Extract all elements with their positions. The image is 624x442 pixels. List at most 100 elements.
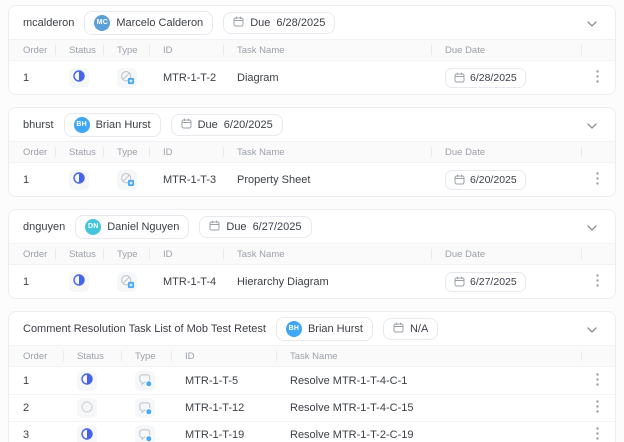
in-progress-status-icon xyxy=(73,70,85,85)
actions-cell xyxy=(581,170,615,190)
status-button[interactable] xyxy=(69,68,89,88)
due-date-button[interactable]: 6/20/2025 xyxy=(445,170,526,190)
order-cell: 1 xyxy=(9,72,55,84)
column-header-task-name: Task Name xyxy=(223,40,431,60)
status-cell xyxy=(55,170,103,190)
assignee-name: Daniel Nguyen xyxy=(107,221,179,233)
status-button[interactable] xyxy=(69,170,89,190)
due-date-cell: 6/28/2025 xyxy=(431,68,581,88)
task-list-card: Comment Resolution Task List of Mob Test… xyxy=(8,311,616,442)
table-body: 1MTR-1-T-2Diagram6/28/2025 xyxy=(9,61,615,94)
assignee-pill[interactable]: DN Daniel Nguyen xyxy=(75,215,189,239)
due-date-pill[interactable]: Due 6/27/2025 xyxy=(199,216,311,238)
status-button[interactable] xyxy=(77,371,97,391)
table-row: 2MTR-1-T-12Resolve MTR-1-T-4-C-15 xyxy=(9,394,615,421)
kebab-menu-icon xyxy=(596,400,599,416)
actions-cell xyxy=(581,272,615,292)
row-menu-button[interactable] xyxy=(587,272,607,292)
column-header-due-date: Due Date xyxy=(431,244,581,264)
due-date-cell: 6/27/2025 xyxy=(431,272,581,292)
column-header-id: ID xyxy=(171,346,276,366)
task-list-card: dnguyen DN Daniel Nguyen Due 6/27/2025 O… xyxy=(8,209,616,299)
order-cell: 2 xyxy=(9,402,63,414)
diagram-type-icon xyxy=(117,170,137,190)
actions-cell xyxy=(581,425,615,442)
status-cell xyxy=(63,398,121,418)
row-menu-button[interactable] xyxy=(587,425,607,442)
status-cell xyxy=(63,425,121,442)
status-button[interactable] xyxy=(69,272,89,292)
avatar: DN xyxy=(85,219,101,235)
order-cell: 1 xyxy=(9,174,55,186)
calendar-icon xyxy=(454,174,465,185)
kebab-menu-icon xyxy=(596,70,599,86)
card-header: bhurst BH Brian Hurst Due 6/20/2025 xyxy=(9,108,615,141)
calendar-icon xyxy=(393,322,404,336)
kebab-menu-icon xyxy=(596,427,599,442)
due-value: 6/28/2025 xyxy=(276,17,325,29)
row-menu-button[interactable] xyxy=(587,371,607,391)
comment-type-icon xyxy=(135,371,155,391)
collapse-button[interactable] xyxy=(583,317,601,340)
type-cell xyxy=(121,425,171,442)
due-label: Due xyxy=(250,17,270,29)
table-row: 1MTR-1-T-5Resolve MTR-1-T-4-C-1 xyxy=(9,367,615,394)
comment-type-icon xyxy=(135,398,155,418)
status-button[interactable] xyxy=(77,398,97,418)
actions-cell xyxy=(581,68,615,88)
due-date-pill[interactable]: Due 6/20/2025 xyxy=(171,114,283,136)
due-date-pill[interactable]: N/A xyxy=(383,318,438,340)
kebab-menu-icon xyxy=(596,172,599,188)
table-row: 1MTR-1-T-3Property Sheet6/20/2025 xyxy=(9,163,615,196)
diagram-type-icon xyxy=(117,272,137,292)
assignee-pill[interactable]: MC Marcelo Calderon xyxy=(84,11,213,35)
card-title: bhurst xyxy=(23,119,54,131)
card-header: dnguyen DN Daniel Nguyen Due 6/27/2025 xyxy=(9,210,615,243)
column-header-status: Status xyxy=(55,40,103,60)
in-progress-status-icon xyxy=(73,172,85,187)
due-label: Due xyxy=(226,221,246,233)
task-id-cell: MTR-1-T-2 xyxy=(149,72,223,84)
row-menu-button[interactable] xyxy=(587,68,607,88)
chevron-down-icon xyxy=(587,117,597,132)
column-header-actions xyxy=(581,346,615,366)
column-header-due-date: Due Date xyxy=(431,40,581,60)
row-menu-button[interactable] xyxy=(587,170,607,190)
column-header-status: Status xyxy=(55,142,103,162)
status-cell xyxy=(63,371,121,391)
due-date-value: 6/27/2025 xyxy=(470,276,517,288)
column-header-type: Type xyxy=(121,346,171,366)
assignee-pill[interactable]: BH Brian Hurst xyxy=(276,317,373,341)
column-header-task-name: Task Name xyxy=(276,346,581,366)
actions-cell xyxy=(581,371,615,391)
assignee-pill[interactable]: BH Brian Hurst xyxy=(64,113,161,137)
status-cell xyxy=(55,272,103,292)
in-progress-status-icon xyxy=(73,274,85,289)
column-header-status: Status xyxy=(55,244,103,264)
status-button[interactable] xyxy=(77,425,97,442)
column-header-order: Order xyxy=(9,244,55,264)
due-date-button[interactable]: 6/28/2025 xyxy=(445,68,526,88)
due-date-button[interactable]: 6/27/2025 xyxy=(445,272,526,292)
chevron-down-icon xyxy=(587,219,597,234)
assignee-name: Brian Hurst xyxy=(96,119,151,131)
due-date-pill[interactable]: Due 6/28/2025 xyxy=(223,12,335,34)
column-header-order: Order xyxy=(9,346,63,366)
calendar-icon xyxy=(181,118,192,132)
column-header-due-date: Due Date xyxy=(431,142,581,162)
collapse-button[interactable] xyxy=(583,113,601,136)
task-list-card: bhurst BH Brian Hurst Due 6/20/2025 Orde… xyxy=(8,107,616,197)
row-menu-button[interactable] xyxy=(587,398,607,418)
collapse-button[interactable] xyxy=(583,11,601,34)
column-header-task-name: Task Name xyxy=(223,244,431,264)
actions-cell xyxy=(581,398,615,418)
column-header-actions xyxy=(581,142,615,162)
table-header-row: OrderStatusTypeIDTask NameDue Date xyxy=(9,243,615,265)
table-row: 3MTR-1-T-19Resolve MTR-1-T-2-C-19 xyxy=(9,421,615,442)
column-header-order: Order xyxy=(9,40,55,60)
collapse-button[interactable] xyxy=(583,215,601,238)
task-name-cell: Property Sheet xyxy=(223,174,431,186)
column-header-order: Order xyxy=(9,142,55,162)
column-header-type: Type xyxy=(103,40,149,60)
calendar-icon xyxy=(233,16,244,30)
